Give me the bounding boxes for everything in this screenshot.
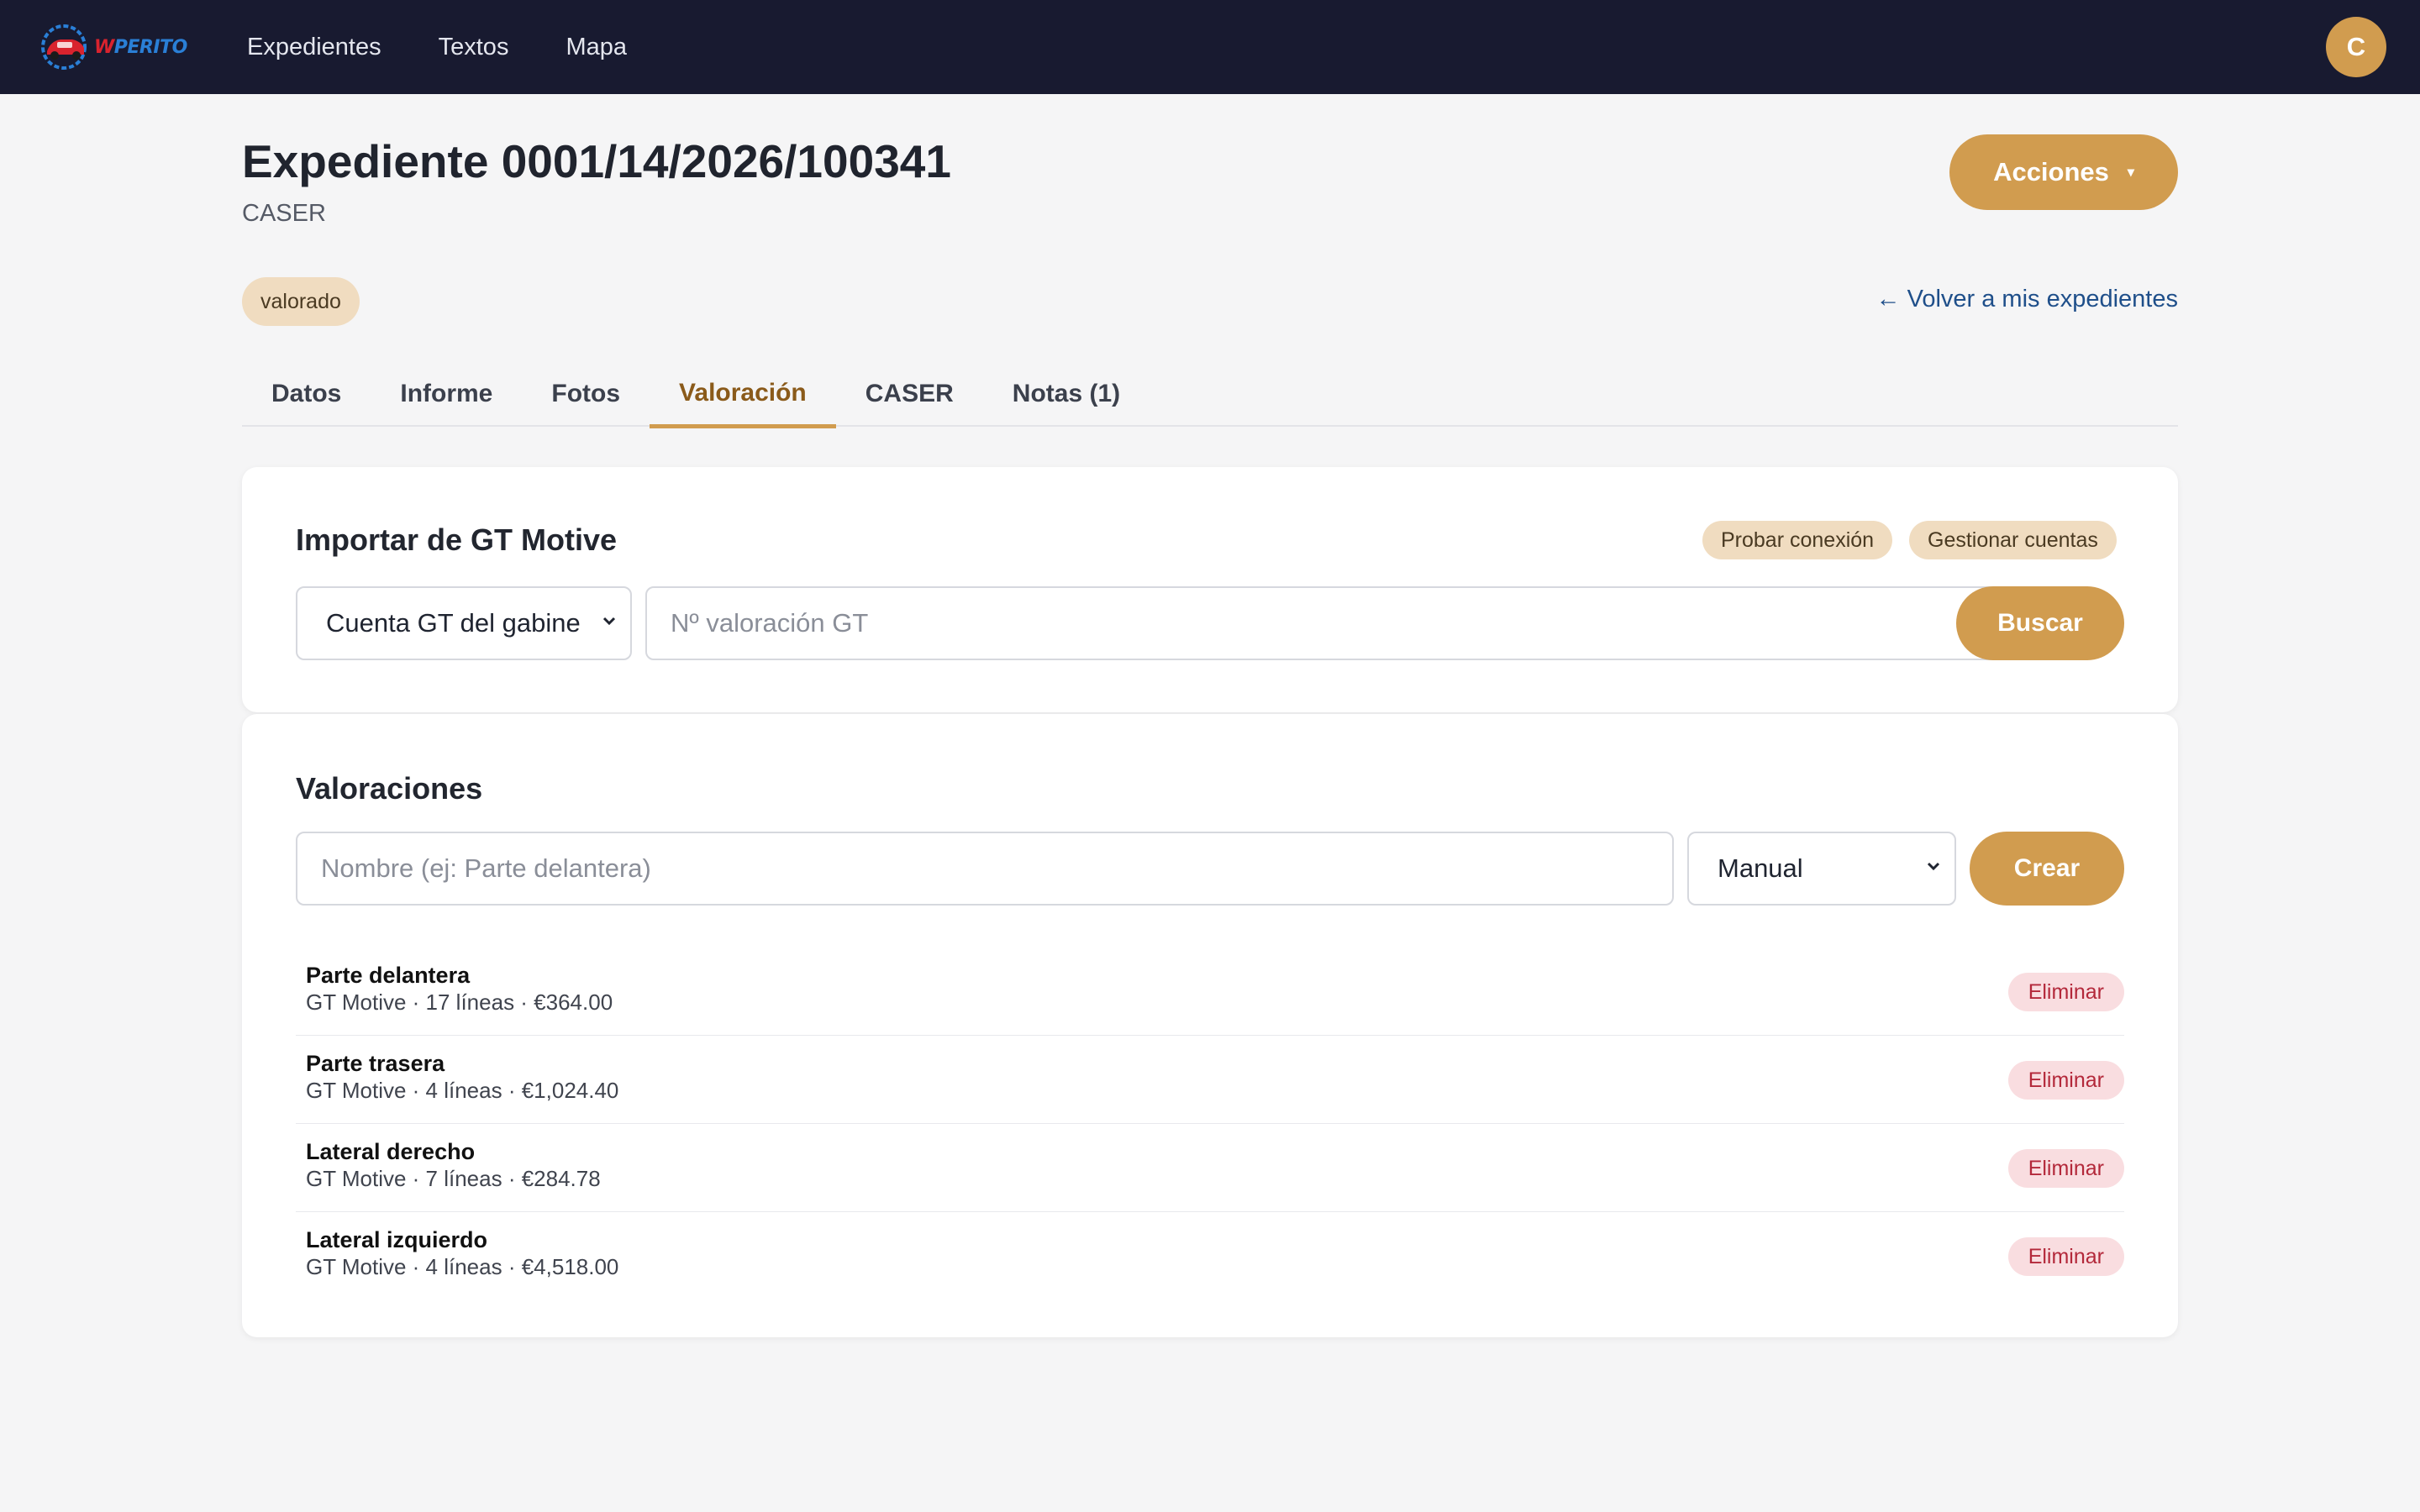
caret-down-icon: ▾ xyxy=(2127,165,2134,180)
user-avatar[interactable]: C xyxy=(2326,17,2386,77)
tab-valoracion[interactable]: Valoración xyxy=(650,361,836,428)
import-gt-motive-card: Importar de GT Motive Probar conexión Ge… xyxy=(242,467,2178,712)
delete-button[interactable]: Eliminar xyxy=(2007,1237,2124,1276)
page-subtitle: CASER xyxy=(242,200,326,227)
search-button[interactable]: Buscar xyxy=(1956,586,2124,660)
test-connection-button[interactable]: Probar conexión xyxy=(1702,521,1893,559)
valuation-name: Lateral izquierdo xyxy=(306,1227,488,1252)
status-badge: valorado xyxy=(242,277,360,326)
valuations-list: Parte delantera GT Motive · 17 líneas · … xyxy=(296,948,2124,1300)
valuation-type-select[interactable]: Manual xyxy=(1687,832,1956,906)
nav-item-mapa[interactable]: Mapa xyxy=(566,34,627,61)
valuations-card-title: Valoraciones xyxy=(296,771,483,806)
valuation-meta: GT Motive · 17 líneas · €364.00 xyxy=(306,990,613,1015)
tab-fotos[interactable]: Fotos xyxy=(522,361,650,427)
logo-text: WPERITO xyxy=(94,36,187,58)
valuation-meta: GT Motive · 7 líneas · €284.78 xyxy=(306,1166,601,1191)
actions-label: Acciones xyxy=(1993,157,2109,186)
tab-datos[interactable]: Datos xyxy=(242,361,371,427)
tab-informe[interactable]: Informe xyxy=(371,361,522,427)
valuation-name: Parte delantera xyxy=(306,963,471,988)
delete-button[interactable]: Eliminar xyxy=(2007,973,2124,1011)
import-card-title: Importar de GT Motive xyxy=(296,522,618,557)
gt-account-select[interactable]: Cuenta GT del gabine xyxy=(296,586,632,660)
list-item[interactable]: Lateral derecho GT Motive · 7 líneas · €… xyxy=(296,1124,2124,1212)
valuation-name: Parte trasera xyxy=(306,1051,445,1076)
app-logo[interactable]: WPERITO xyxy=(39,22,187,72)
valuation-name: Lateral derecho xyxy=(306,1139,476,1164)
create-valuation-button[interactable]: Crear xyxy=(1970,832,2124,906)
nav-item-expedientes[interactable]: Expedientes xyxy=(247,34,381,61)
chevron-down-icon xyxy=(1927,862,1940,871)
valuation-type-select-value: Manual xyxy=(1718,853,1803,883)
actions-dropdown-button[interactable]: Acciones ▾ xyxy=(1949,134,2178,210)
page-title: Expediente 0001/14/2026/100341 xyxy=(242,135,951,187)
gt-valuation-number-input[interactable]: Nº valoración GT xyxy=(645,586,2017,660)
list-item[interactable]: Parte trasera GT Motive · 4 líneas · €1,… xyxy=(296,1036,2124,1124)
tab-caser[interactable]: CASER xyxy=(836,361,983,427)
valuations-card: Valoraciones Nombre (ej: Parte delantera… xyxy=(242,714,2178,1337)
valuation-name-input[interactable]: Nombre (ej: Parte delantera) xyxy=(296,832,1674,906)
valuation-meta: GT Motive · 4 líneas · €4,518.00 xyxy=(306,1254,619,1279)
nav-item-textos[interactable]: Textos xyxy=(439,34,509,61)
tab-notas[interactable]: Notas (1) xyxy=(983,361,1150,427)
tab-bar: Datos Informe Fotos Valoración CASER Not… xyxy=(242,361,2178,428)
top-navbar: WPERITO Expedientes Textos Mapa C xyxy=(0,0,2420,94)
car-logo-icon xyxy=(41,24,87,70)
gt-account-select-value: Cuenta GT del gabine xyxy=(326,608,581,638)
manage-accounts-button[interactable]: Gestionar cuentas xyxy=(1909,521,2117,559)
main-nav: Expedientes Textos Mapa xyxy=(247,0,627,94)
valuation-meta: GT Motive · 4 líneas · €1,024.40 xyxy=(306,1078,619,1103)
back-to-list-link[interactable]: ← Volver a mis expedientes xyxy=(1876,286,2178,313)
list-item[interactable]: Parte delantera GT Motive · 17 líneas · … xyxy=(296,948,2124,1036)
delete-button[interactable]: Eliminar xyxy=(2007,1061,2124,1100)
list-item[interactable]: Lateral izquierdo GT Motive · 4 líneas ·… xyxy=(296,1212,2124,1300)
delete-button[interactable]: Eliminar xyxy=(2007,1149,2124,1188)
chevron-down-icon xyxy=(602,617,616,626)
